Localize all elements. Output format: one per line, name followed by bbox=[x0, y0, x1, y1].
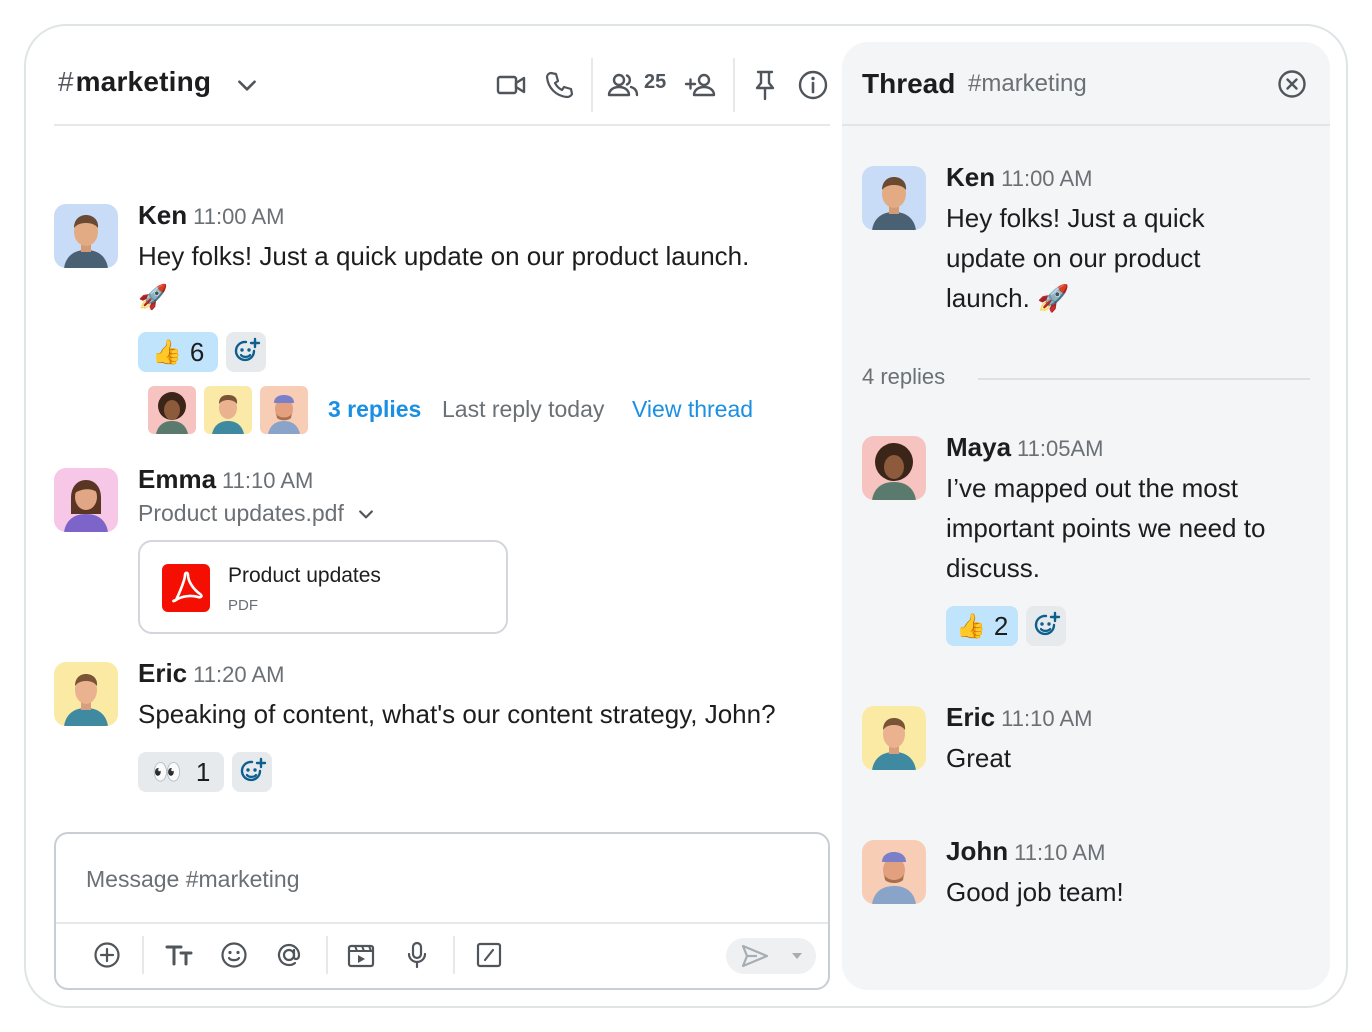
microphone-icon[interactable] bbox=[402, 940, 432, 970]
thread-replies-link[interactable]: 3 replies bbox=[328, 396, 421, 423]
thread-parent-time: 11:00 AM bbox=[1001, 166, 1093, 191]
thread-participant-avatar bbox=[204, 386, 252, 434]
reaction-thumbs-up[interactable]: 👍 2 bbox=[946, 606, 1018, 646]
reply-author[interactable]: Maya bbox=[946, 432, 1011, 462]
add-reaction-icon bbox=[234, 337, 261, 362]
header-divider bbox=[591, 58, 593, 112]
chevron-down-icon[interactable] bbox=[234, 72, 260, 98]
toolbar-divider bbox=[142, 936, 144, 974]
media-icon[interactable] bbox=[346, 940, 376, 970]
reaction-count: 1 bbox=[195, 756, 211, 787]
pdf-icon bbox=[162, 564, 210, 612]
message-time: 11:20 AM bbox=[193, 662, 285, 687]
reply-text: Great bbox=[946, 743, 1012, 773]
attachment-toggle[interactable]: Product updates.pdf bbox=[138, 500, 376, 527]
add-reaction-button[interactable] bbox=[1026, 606, 1066, 646]
channel-title[interactable]: #marketing bbox=[58, 66, 211, 98]
avatar-eric bbox=[64, 674, 108, 726]
reply-text: Good job team! bbox=[946, 877, 1124, 907]
info-icon[interactable] bbox=[796, 68, 830, 102]
thread-last-reply: Last reply today bbox=[442, 396, 605, 422]
reaction-count: 6 bbox=[189, 336, 205, 367]
replies-divider: 4 replies bbox=[862, 364, 1310, 390]
replies-count: 4 replies bbox=[862, 364, 946, 389]
avatar-john bbox=[872, 852, 916, 904]
member-count[interactable]: 25 bbox=[644, 71, 666, 94]
avatar[interactable] bbox=[862, 166, 926, 230]
message-time: 11:10 AM bbox=[222, 468, 314, 493]
thread-parent-text: Hey folks! Just a quick update on our pr… bbox=[946, 203, 1205, 313]
message-author[interactable]: Emma bbox=[138, 464, 216, 494]
message-text: Hey folks! Just a quick update on our pr… bbox=[138, 241, 750, 311]
thread-panel: Thread #marketing Ken 11:00 AM Hey folks!… bbox=[842, 42, 1330, 990]
thread-participant-avatar bbox=[260, 386, 308, 434]
avatar-eric bbox=[872, 718, 916, 770]
add-member-icon[interactable] bbox=[684, 68, 718, 102]
add-reaction-icon bbox=[1034, 611, 1061, 636]
slash-command-icon[interactable] bbox=[474, 940, 504, 970]
avatar[interactable] bbox=[862, 840, 926, 904]
message-time: 11:00 AM bbox=[193, 204, 285, 229]
message-input[interactable] bbox=[86, 866, 786, 893]
attachment-label: Product updates.pdf bbox=[138, 500, 344, 526]
reply-time: 11:10 AM bbox=[1001, 706, 1093, 731]
reply-time: 11:05AM bbox=[1017, 436, 1104, 461]
toolbar-divider bbox=[326, 936, 328, 974]
add-reaction-button[interactable] bbox=[226, 332, 266, 372]
reply-author[interactable]: Eric bbox=[946, 702, 995, 732]
text-format-icon[interactable] bbox=[164, 940, 194, 970]
avatar[interactable] bbox=[54, 468, 118, 532]
rocket-emoji: 🚀 bbox=[138, 284, 168, 311]
thread-parent-author[interactable]: Ken bbox=[946, 162, 995, 192]
avatar[interactable] bbox=[862, 706, 926, 770]
file-type: PDF bbox=[228, 597, 258, 614]
channel-name: marketing bbox=[75, 66, 212, 97]
header-divider bbox=[733, 58, 735, 112]
reply-text: I’ve mapped out the most important point… bbox=[946, 473, 1266, 583]
message-author[interactable]: Ken bbox=[138, 200, 187, 230]
channel-hash: # bbox=[58, 66, 74, 97]
thread-channel[interactable]: #marketing bbox=[968, 70, 1087, 98]
file-attachment-card[interactable]: Product updates PDF bbox=[138, 540, 508, 634]
phone-icon[interactable] bbox=[542, 68, 576, 102]
channel-header: #marketing 25 bbox=[54, 44, 830, 126]
avatar-ken bbox=[872, 177, 916, 230]
thread-title: Thread bbox=[862, 68, 956, 99]
reply-author[interactable]: John bbox=[946, 836, 1008, 866]
avatar[interactable] bbox=[862, 436, 926, 500]
file-name: Product updates bbox=[228, 564, 381, 587]
reaction-count: 2 bbox=[993, 610, 1009, 641]
add-reaction-icon bbox=[240, 757, 267, 782]
mention-icon[interactable] bbox=[274, 940, 304, 970]
chevron-down-icon[interactable] bbox=[790, 949, 804, 963]
chevron-down-icon bbox=[359, 510, 374, 519]
message-text: Speaking of content, what's our content … bbox=[138, 699, 776, 729]
members-icon[interactable] bbox=[606, 68, 640, 102]
reaction-eyes[interactable]: 👀 1 bbox=[138, 752, 224, 792]
view-thread-link[interactable]: View thread bbox=[632, 396, 753, 423]
add-reaction-button[interactable] bbox=[232, 752, 272, 792]
send-button[interactable] bbox=[726, 938, 816, 974]
emoji-icon[interactable] bbox=[219, 940, 249, 970]
avatar-ken bbox=[64, 215, 108, 268]
thread-participant-avatar bbox=[148, 386, 196, 434]
avatar-maya bbox=[872, 443, 916, 500]
pin-icon[interactable] bbox=[748, 68, 782, 102]
thread-header: Thread #marketing bbox=[842, 42, 1330, 126]
reaction-thumbs-up[interactable]: 👍 6 bbox=[138, 332, 218, 372]
avatar[interactable] bbox=[54, 662, 118, 726]
toolbar-divider bbox=[453, 936, 455, 974]
send-icon bbox=[741, 944, 769, 968]
close-icon[interactable] bbox=[1276, 68, 1308, 100]
avatar[interactable] bbox=[54, 204, 118, 268]
avatar-emma bbox=[64, 480, 108, 532]
message-composer bbox=[54, 832, 830, 990]
composer-divider bbox=[56, 922, 828, 924]
message-author[interactable]: Eric bbox=[138, 658, 187, 688]
reply-time: 11:10 AM bbox=[1014, 840, 1106, 865]
video-icon[interactable] bbox=[494, 68, 528, 102]
plus-circle-icon[interactable] bbox=[92, 940, 122, 970]
